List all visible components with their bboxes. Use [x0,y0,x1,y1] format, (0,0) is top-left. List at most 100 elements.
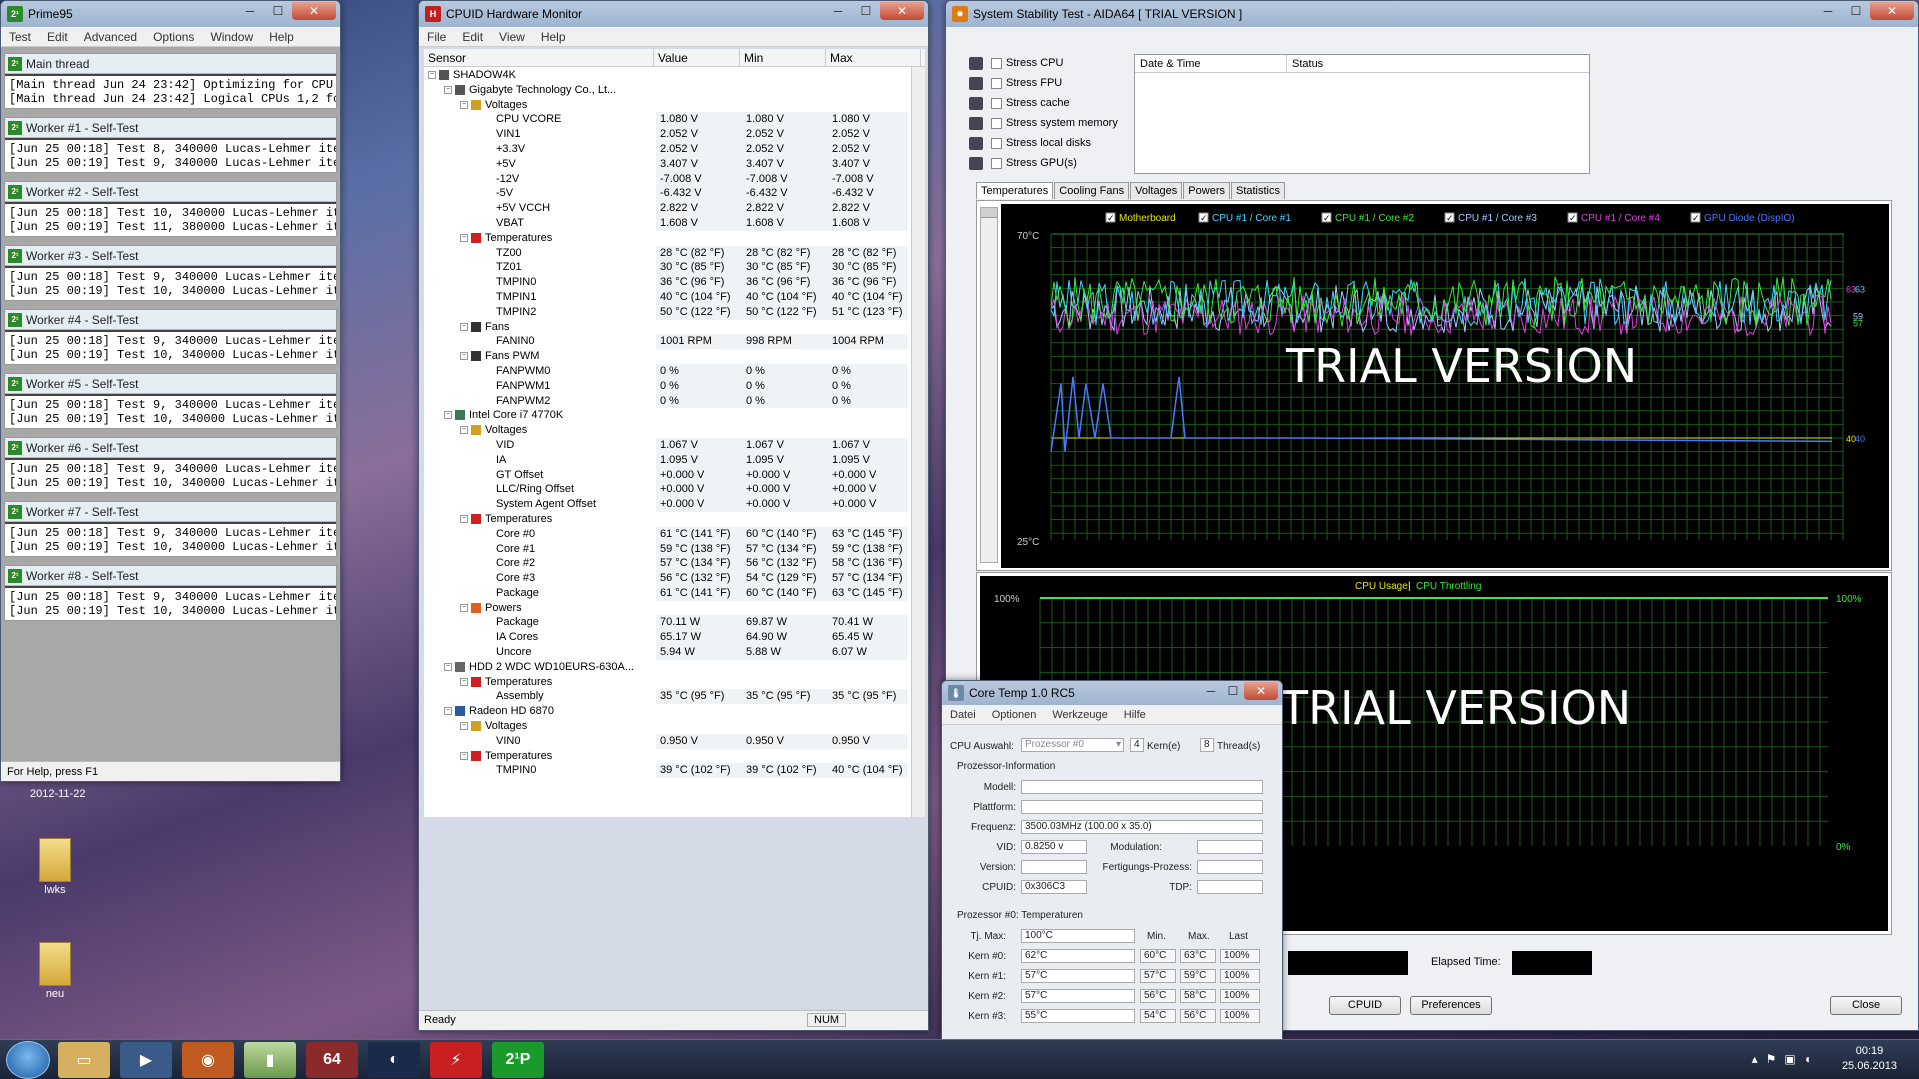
maximize-icon[interactable]: ☐ [1222,682,1244,700]
sensor-row[interactable]: FANPWM0 0 % 0 % 0 % [424,363,925,379]
sensor-row[interactable]: CPU VCORE 1.080 V 1.080 V 1.080 V [424,112,925,128]
cpu-select-dropdown[interactable]: Prozessor #0 ▾ [1021,738,1124,752]
collapse-toggle-icon[interactable]: − [444,662,452,671]
firefox-button[interactable]: ◉ [182,1041,234,1078]
collapse-toggle-icon[interactable]: − [444,707,452,716]
start-orb-button[interactable] [6,1040,50,1079]
prime95-titlebar[interactable]: 2¹ Prime95 ─ ☐ ✕ [1,1,340,27]
sensor-row[interactable]: System Agent Offset +0.000 V +0.000 V +0.00… [424,497,925,512]
minimize-icon[interactable]: ─ [1814,2,1842,20]
sensor-row[interactable]: FANIN0 1001 RPM 998 RPM 1004 RPM [424,334,925,350]
collapse-toggle-icon[interactable]: − [460,515,468,523]
prime95-window[interactable]: 2¹ Prime95 ─ ☐ ✕ Test Edit Advanced Options Wi… [0,0,341,782]
sensor-row[interactable]: Core #3 56 °C (132 °F) 54 °C (129 °F) 57 °C… [424,571,925,586]
collapse-toggle-icon[interactable]: − [460,426,468,435]
sensor-group-row[interactable]: − SHADOW4K [424,68,925,83]
sensor-row[interactable]: +3.3V 2.052 V 2.052 V 2.052 V [424,141,925,157]
column-header-datetime[interactable]: Date & Time [1135,55,1287,72]
column-header-sensor[interactable]: Sensor [424,49,654,66]
main-thread-window[interactable]: 2¹ Main thread [Main thread Jun 24 23:42]… [4,53,337,109]
sensor-row[interactable]: TMPIN1 40 °C (104 °F) 40 °C (104 °F) 40 °C … [424,289,925,305]
stress-option[interactable]: Stress FPU [969,73,1118,93]
worker-window[interactable]: 2¹ Worker #7 - Self-Test [Jun 25 00:18] Te… [4,501,337,557]
sensor-row[interactable]: LLC/Ring Offset +0.000 V +0.000 V +0.000 V [424,482,925,498]
worker-window[interactable]: 2¹ Worker #2 - Self-Test [Jun 25 00:18] Te… [4,181,337,237]
sensor-row[interactable]: VIN1 2.052 V 2.052 V 2.052 V [424,127,925,142]
sensor-row[interactable]: VBAT 1.608 V 1.608 V 1.608 V [424,215,925,231]
column-header-status[interactable]: Status [1287,55,1589,72]
maximize-icon[interactable]: ☐ [852,2,880,20]
sensor-row[interactable]: VID 1.067 V 1.067 V 1.067 V [424,437,925,453]
coretemp-window[interactable]: 🌡 Core Temp 1.0 RC5 ─ ☐ ✕ Datei Optionen Wer… [941,680,1283,1042]
collapse-toggle-icon[interactable]: − [460,603,468,612]
stress-checkbox[interactable] [991,57,1002,69]
flash-taskbar-button[interactable]: ⚡ [430,1041,482,1078]
hwmonitor-menu-item[interactable]: File [419,30,454,44]
sensor-row[interactable]: TMPIN2 50 °C (122 °F) 50 °C (122 °F) 51 °C … [424,304,925,320]
sensor-group-row[interactable]: − Powers [424,601,925,616]
column-header-max[interactable]: Max [826,49,921,66]
cpuid-taskbar-button[interactable]: ◐ [368,1041,420,1078]
maximize-icon[interactable]: ☐ [1842,2,1870,20]
sensor-group-row[interactable]: − Intel Core i7 4770K [424,408,925,423]
stress-checkbox[interactable] [991,97,1002,109]
minimize-icon[interactable]: ─ [1200,682,1222,700]
sensor-row[interactable]: GT Offset +0.000 V +0.000 V +0.000 V [424,467,925,483]
tab-cooling-fans[interactable]: Cooling Fans [1054,182,1130,199]
hwmonitor-taskbar-button[interactable]: ▮ [244,1041,296,1078]
sensor-tree[interactable]: Sensor Value Min Max − SHADOW4K − Gigabyte … [424,49,925,817]
close-button[interactable]: Close [1830,996,1902,1015]
tab-statistics[interactable]: Statistics [1230,182,1285,199]
cpuid-button[interactable]: CPUID [1329,996,1401,1015]
stress-option[interactable]: Stress local disks [969,133,1118,153]
sensor-group-row[interactable]: − Temperatures [424,231,925,246]
sensor-group-row[interactable]: − Radeon HD 6870 [424,704,925,719]
sensor-row[interactable]: +5V 3.407 V 3.407 V 3.407 V [424,156,925,172]
sensor-row[interactable]: -5V -6.432 V -6.432 V -6.432 V [424,186,925,202]
sensor-row[interactable]: Core #2 57 °C (134 °F) 56 °C (132 °F) 58 °C… [424,556,925,572]
close-icon[interactable]: ✕ [1870,2,1914,20]
stress-checkbox[interactable] [991,77,1002,89]
collapse-toggle-icon[interactable]: − [460,322,468,331]
prime95-menu-item[interactable]: Edit [39,30,76,44]
worker-window[interactable]: 2¹ Worker #5 - Self-Test [Jun 25 00:18] Te… [4,373,337,429]
sensor-row[interactable]: +5V VCCH 2.822 V 2.822 V 2.822 V [424,201,925,216]
sensor-row[interactable]: IA Cores 65.17 W 64.90 W 65.45 W [424,630,925,646]
stress-checkbox[interactable] [991,117,1002,129]
sensor-row[interactable]: IA 1.095 V 1.095 V 1.095 V [424,452,925,468]
sensor-row[interactable]: -12V -7.008 V -7.008 V -7.008 V [424,171,925,187]
vertical-scrollbar[interactable] [911,67,925,817]
coretemp-menu-item[interactable]: Werkzeuge [1044,709,1115,721]
prime95-menu-item[interactable]: Window [202,30,261,44]
collapse-toggle-icon[interactable]: − [460,352,468,361]
tab-voltages[interactable]: Voltages [1130,182,1183,199]
sensor-group-row[interactable]: − Temperatures [424,512,925,527]
collapse-toggle-icon[interactable]: − [444,85,452,94]
sensor-row[interactable]: Package 70.11 W 69.87 W 70.41 W [424,615,925,631]
sensor-group-row[interactable]: − Voltages [424,98,925,113]
coretemp-menu-item[interactable]: Hilfe [1116,709,1154,721]
collapse-toggle-icon[interactable]: − [428,71,436,80]
prime95-taskbar-button[interactable]: 2¹P [492,1041,544,1078]
hwmonitor-window[interactable]: H CPUID Hardware Monitor ─ ☐ ✕ File Edit Vie… [418,0,929,1031]
column-header-value[interactable]: Value [654,49,740,66]
sensor-row[interactable]: Core #1 59 °C (138 °F) 57 °C (134 °F) 59 °C… [424,541,925,557]
minimize-icon[interactable]: ─ [824,2,852,20]
worker-window[interactable]: 2¹ Worker #1 - Self-Test [Jun 25 00:18] Te… [4,117,337,173]
worker-window[interactable]: 2¹ Worker #8 - Self-Test [Jun 25 00:18] Te… [4,565,337,621]
coretemp-menu-item[interactable]: Datei [942,709,984,721]
stress-option[interactable]: Stress CPU [969,53,1118,73]
worker-window[interactable]: 2¹ Worker #4 - Self-Test [Jun 25 00:18] Te… [4,309,337,365]
minimize-icon[interactable]: ─ [236,2,264,20]
worker-window[interactable]: 2¹ Worker #3 - Self-Test [Jun 25 00:18] Te… [4,245,337,301]
sensor-group-row[interactable]: − Voltages [424,719,925,734]
coretemp-menu-item[interactable]: Optionen [984,709,1045,721]
collapse-toggle-icon[interactable]: − [460,677,468,686]
network-icon[interactable]: ▣ [1784,1052,1803,1066]
collapse-toggle-icon[interactable]: − [460,233,468,242]
aida64-taskbar-button[interactable]: 64 [306,1041,358,1078]
file-explorer-button[interactable]: ▭ [58,1041,110,1078]
desktop-icon-lwks[interactable]: lwks [30,838,80,896]
tab-powers[interactable]: Powers [1183,182,1230,199]
worker-window[interactable]: 2¹ Worker #6 - Self-Test [Jun 25 00:18] Te… [4,437,337,493]
